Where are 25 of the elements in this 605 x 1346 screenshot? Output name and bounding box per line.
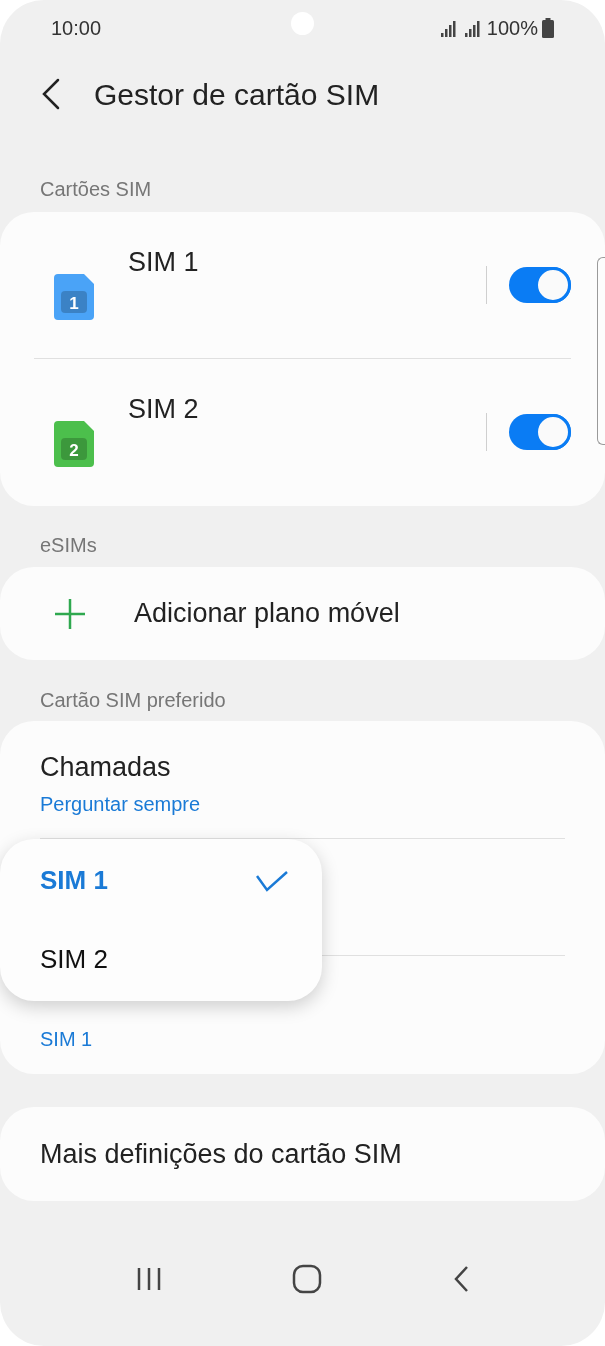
section-label: Cartões SIM bbox=[40, 178, 152, 200]
home-icon[interactable] bbox=[291, 1263, 322, 1294]
setting-value: Perguntar sempre bbox=[40, 792, 202, 817]
signal-icon bbox=[440, 19, 483, 37]
section-label: Cartão SIM preferido bbox=[40, 689, 226, 711]
setting-title[interactable]: Chamadas bbox=[40, 751, 565, 783]
sim-name: SIM 1 bbox=[128, 246, 200, 279]
sim-name: SIM 2 bbox=[128, 393, 200, 426]
battery-percent: 100% bbox=[486, 16, 538, 41]
menu-option[interactable]: SIM 2 bbox=[0, 920, 322, 999]
toggle-switch[interactable] bbox=[509, 267, 571, 303]
status-time: 10:00 bbox=[51, 16, 102, 41]
back-icon[interactable] bbox=[40, 78, 62, 110]
menu-option[interactable]: SIM 1 bbox=[0, 841, 322, 920]
setting-value: SIM 1 bbox=[40, 1027, 94, 1053]
sim-card-icon: 2 bbox=[54, 421, 94, 467]
toggle-switch[interactable] bbox=[509, 414, 571, 450]
section-label: eSIMs bbox=[40, 534, 97, 556]
page-title: Gestor de cartão SIM bbox=[94, 76, 380, 113]
plus-icon bbox=[53, 596, 87, 631]
sim-card-icon: 1 bbox=[54, 274, 94, 320]
battery-icon bbox=[542, 18, 554, 38]
check-icon bbox=[256, 869, 288, 892]
add-plan-row[interactable]: Adicionar plano móvel bbox=[0, 567, 605, 660]
more-settings-row[interactable]: Mais definições do cartão SIM bbox=[0, 1107, 605, 1201]
